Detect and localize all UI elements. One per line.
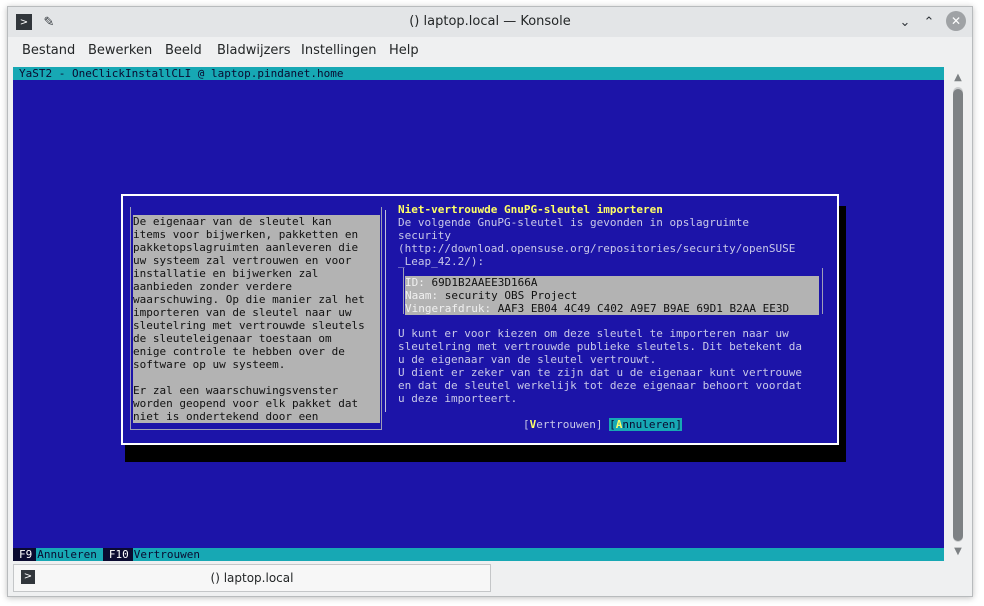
f10-label[interactable]: Vertrouwen	[133, 548, 206, 561]
cancel-button[interactable]: [Annuleren]	[609, 418, 682, 431]
chevron-up-icon[interactable]: ⌃	[920, 13, 938, 31]
menu-bar: Bestand Bewerken Beeld Bladwijzers Inste…	[8, 37, 972, 65]
key-name-value: security OBS Project	[444, 289, 578, 302]
chevron-down-icon[interactable]: ⌄	[896, 13, 914, 31]
session-tab[interactable]: > () laptop.local	[13, 564, 491, 592]
key-fingerprint-value: AAF3 EB04 4C49 C402 A9E7 B9AE 69D1 B2AA …	[497, 302, 790, 315]
trust-label: ertrouwen	[536, 418, 596, 431]
dialog-heading: Niet-vertrouwde GnuPG-sleutel importeren	[398, 203, 663, 216]
key-name-label: Naam:	[405, 289, 439, 302]
help-scrollbar[interactable]	[385, 210, 390, 412]
key-fingerprint-label: Vingerafdruk:	[405, 302, 492, 315]
f9-label[interactable]: Annuleren	[36, 548, 103, 561]
cancel-label: nnuleren	[622, 418, 676, 431]
dialog-description: De volgende GnuPG-sleutel is gevonden in…	[398, 216, 796, 268]
terminal-view[interactable]: YaST2 - OneClickInstallCLI @ laptop.pind…	[13, 67, 944, 561]
menu-instellingen[interactable]: Instellingen	[301, 37, 377, 65]
pin-icon[interactable]: ✎	[40, 13, 58, 31]
key-info-box: ID: 69D1B2AAEE3D166A Naam: security OBS …	[405, 276, 819, 315]
trust-button[interactable]: [Vertrouwen]	[523, 418, 602, 431]
f10-key[interactable]: F10	[102, 548, 133, 561]
terminal-scrollbar[interactable]: ▲ ▼	[948, 67, 968, 561]
gpg-key-dialog: De eigenaar van de sleutel kan items voo…	[121, 194, 839, 445]
window-title: () laptop.local — Konsole	[409, 14, 571, 29]
yast-title-bar: YaST2 - OneClickInstallCLI @ laptop.pind…	[13, 67, 944, 80]
dialog-explanation: U kunt er voor kiezen om deze sleutel te…	[398, 327, 802, 405]
help-text[interactable]: De eigenaar van de sleutel kan items voo…	[133, 215, 380, 423]
menu-bladwijzers[interactable]: Bladwijzers	[217, 37, 291, 65]
menu-help[interactable]: Help	[389, 37, 419, 65]
konsole-window: () laptop.local — Konsole > ✎ ⌄ ⌃ ✕ Best…	[7, 6, 973, 597]
menu-bestand[interactable]: Bestand	[22, 37, 75, 65]
f9-key[interactable]: F9	[13, 548, 37, 561]
scroll-down-icon[interactable]: ▼	[948, 545, 968, 559]
menu-bewerken[interactable]: Bewerken	[88, 37, 152, 65]
button-row: [Vertrouwen] [Annuleren]	[523, 418, 682, 431]
title-bar[interactable]: () laptop.local — Konsole > ✎ ⌄ ⌃ ✕	[8, 7, 972, 37]
menu-beeld[interactable]: Beeld	[165, 37, 202, 65]
key-id-label: ID:	[405, 276, 425, 289]
scroll-thumb[interactable]	[953, 89, 963, 541]
key-id-value: 69D1B2AAEE3D166A	[431, 276, 538, 289]
scroll-up-icon[interactable]: ▲	[948, 71, 968, 85]
session-tab-label: () laptop.local	[210, 571, 294, 585]
function-key-bar: F9 Annuleren F10 Vertrouwen	[13, 548, 944, 561]
terminal-icon[interactable]: >	[16, 14, 32, 30]
close-icon[interactable]: ✕	[946, 11, 966, 31]
